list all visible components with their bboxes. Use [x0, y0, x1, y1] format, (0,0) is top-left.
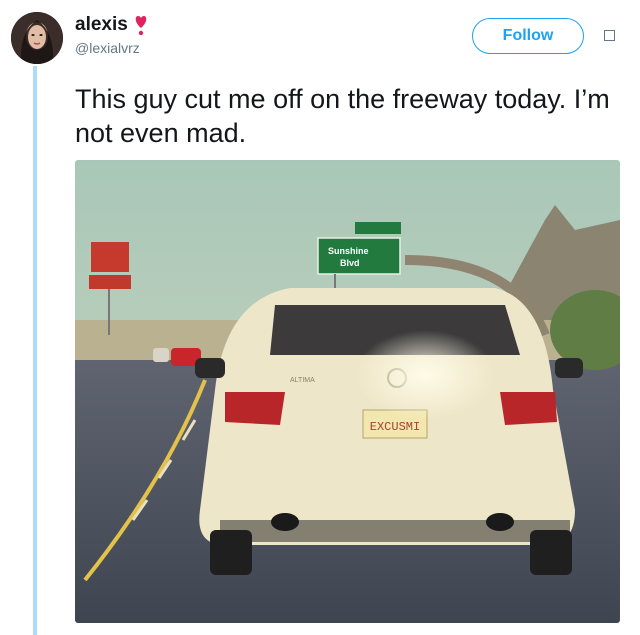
avatar[interactable]	[11, 12, 63, 64]
dropdown-menu-icon[interactable]	[604, 30, 615, 41]
license-plate: EXCUSMI	[370, 420, 420, 434]
user-name[interactable]: alexis	[75, 14, 128, 36]
follow-button[interactable]: Follow	[472, 18, 584, 54]
user-handle[interactable]: @lexialvrz	[75, 40, 140, 56]
car-badge: ALTIMA	[290, 377, 315, 384]
tweet-photo[interactable]: Sunshine Blvd ALTIMA EXCUSMI	[75, 160, 620, 623]
thread-line	[33, 66, 37, 635]
tweet-text: This guy cut me off on the freeway today…	[75, 84, 610, 148]
car-on-freeway-image: Sunshine Blvd ALTIMA EXCUSMI	[75, 160, 620, 623]
sign-line-2: Blvd	[340, 258, 360, 268]
heart-emoji-icon	[135, 16, 147, 36]
avatar-image	[11, 12, 63, 64]
user-name-row[interactable]: alexis	[75, 14, 150, 36]
sign-line-1: Sunshine	[328, 246, 369, 256]
